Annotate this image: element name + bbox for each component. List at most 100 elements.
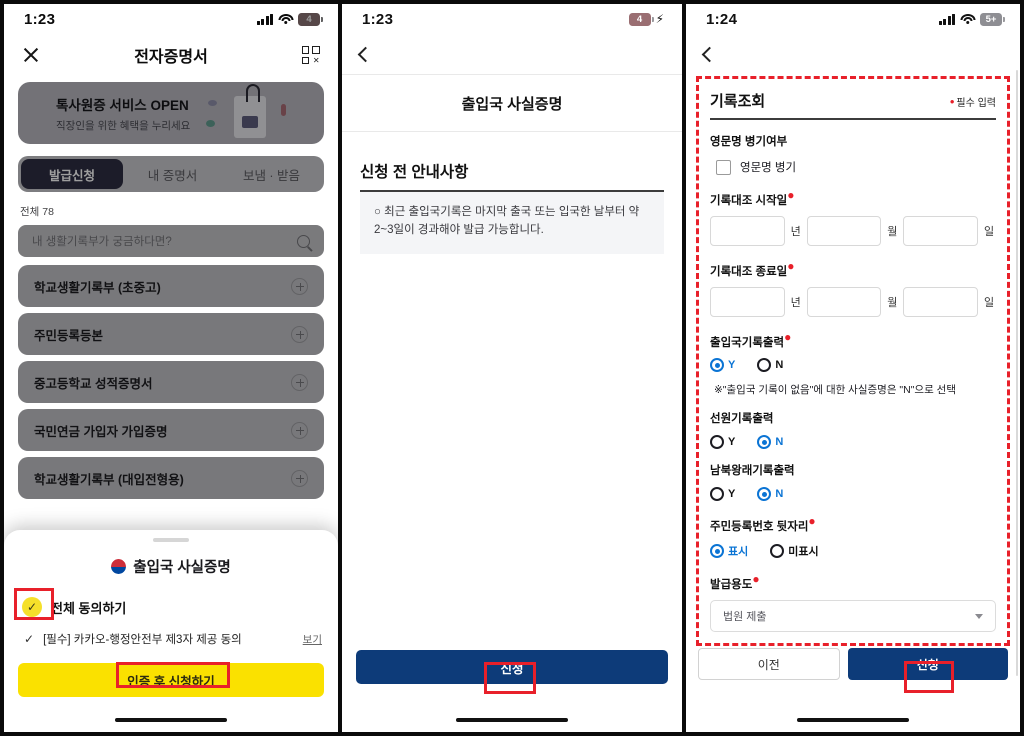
consent-item-row[interactable]: ✓ [필수] 카카오-행정안전부 제3자 제공 동의 보기 [24, 631, 322, 647]
promo-banner-illustration [206, 84, 286, 140]
status-indicators: 4 [256, 12, 323, 26]
tab-sent-received[interactable]: 보냄 · 받음 [222, 159, 321, 189]
radio-icon[interactable] [710, 487, 724, 502]
resident-number-label: 주민등록번호 뒷자리● [710, 514, 816, 534]
form-action-buttons: 이전 신청 [698, 648, 1008, 680]
tab-issue-request[interactable]: 발급신청 [21, 159, 123, 189]
tab-my-certificates[interactable]: 내 증명서 [123, 159, 222, 189]
end-date-day-input[interactable] [903, 286, 979, 317]
start-date-year-input[interactable] [710, 215, 785, 246]
promo-banner-subtitle: 직장인을 위한 혜택을 누리세요 [56, 119, 191, 132]
list-item[interactable]: 국민연금 가입자 가입증명 [18, 409, 324, 451]
consent-item-label: [필수] 카카오-행정안전부 제3자 제공 동의 [43, 634, 242, 646]
status-time: 1:24 [706, 10, 738, 28]
seafarer-radio-yes[interactable]: Y [710, 435, 736, 450]
three-panel-screenshot: 1:23 4 전자증명서 톡사원증 서비스 OPEN 직장인을 위한 혜택을 누… [0, 0, 1024, 736]
add-icon[interactable] [291, 469, 308, 487]
unit-day: 일 [983, 296, 995, 309]
chevron-down-icon[interactable] [975, 613, 983, 619]
purpose-select[interactable]: 법원 제출 [710, 600, 996, 633]
resident-number-radios: 표시 미표시 [710, 543, 996, 559]
add-icon[interactable] [291, 325, 308, 343]
inter-korean-radio-yes[interactable]: Y [710, 487, 736, 502]
add-icon[interactable] [291, 277, 308, 295]
start-date-day-input[interactable] [903, 215, 979, 246]
immigration-radio-no[interactable]: N [757, 358, 783, 373]
back-chevron-icon[interactable] [701, 46, 718, 62]
unit-day: 일 [983, 225, 995, 238]
english-name-checkbox[interactable] [716, 159, 731, 175]
scrollbar[interactable] [1015, 70, 1018, 676]
bolt-icon: ⚡ [655, 12, 664, 26]
apply-button[interactable]: 신청 [356, 650, 668, 684]
resident-number-radio-hide[interactable]: 미표시 [770, 543, 819, 559]
immigration-record-label: 출입국기록출력● [710, 329, 792, 349]
radio-selected-icon[interactable] [757, 435, 772, 450]
record-query-form: 기록조회 필수 입력 영문명 병기여부 영문명 병기 기록대조 시작일● 년 월… [696, 76, 1010, 647]
radio-icon[interactable] [710, 435, 724, 450]
immigration-radio-yes[interactable]: Y [710, 358, 735, 373]
add-icon[interactable] [291, 373, 308, 391]
start-date-month-input[interactable] [806, 215, 882, 246]
list-item[interactable]: 학교생활기록부 (초중고) [18, 265, 324, 307]
sheet-grabber[interactable] [153, 538, 189, 542]
home-indicator [797, 717, 909, 722]
korea-flag-icon [111, 559, 127, 574]
check-icon: ✓ [24, 632, 35, 646]
cellular-bars-icon [256, 13, 273, 25]
panel-certificate-list: 1:23 4 전자증명서 톡사원증 서비스 OPEN 직장인을 위한 혜택을 누… [0, 0, 340, 736]
status-time: 1:23 [362, 10, 394, 28]
apply-button[interactable]: 신청 [847, 648, 1008, 680]
purpose-label: 발급용도● [710, 572, 760, 592]
radio-icon[interactable] [770, 544, 785, 559]
authenticate-and-apply-button[interactable]: 인증 후 신청하기 [18, 663, 324, 697]
inter-korean-record-radios: Y N [710, 487, 996, 502]
page-title-bar: 출입국 사실증명 [342, 74, 682, 132]
list-item-label: 주민등록등본 [34, 328, 104, 343]
seafarer-radio-no[interactable]: N [757, 435, 784, 450]
home-indicator [115, 717, 227, 722]
end-date-row: 년 월 일 [710, 286, 996, 317]
agree-all-checkbox[interactable]: ✓ [22, 597, 42, 617]
previous-button[interactable]: 이전 [698, 648, 840, 680]
resident-number-show-label: 표시 [728, 546, 749, 559]
sheet-title: 출입국 사실증명 [4, 556, 338, 577]
qr-code-icon[interactable] [301, 46, 320, 64]
seafarer-radio-yes-label: Y [728, 436, 736, 449]
search-icon[interactable] [297, 234, 310, 248]
radio-icon[interactable] [757, 358, 772, 373]
consent-view-link[interactable]: 보기 [303, 632, 322, 647]
required-star: ● [752, 572, 760, 587]
seafarer-record-label: 선원기록출력 [710, 413, 774, 426]
english-name-checkbox-row[interactable]: 영문명 병기 [716, 159, 996, 175]
authenticate-and-apply-label: 인증 후 신청하기 [127, 674, 215, 689]
end-date-year-input[interactable] [710, 286, 785, 317]
list-item[interactable]: 학교생활기록부 (대입전형용) [18, 457, 324, 499]
seafarer-record-radios: Y N [710, 435, 996, 450]
close-icon[interactable] [22, 46, 40, 64]
tab-bar: 발급신청 내 증명서 보냄 · 받음 [18, 156, 324, 192]
inter-korean-radio-yes-label: Y [728, 488, 736, 501]
list-item-label: 국민연금 가입자 가입증명 [34, 424, 168, 439]
back-chevron-icon[interactable] [357, 46, 374, 62]
agree-all-row[interactable]: ✓ 전체 동의하기 [22, 597, 338, 617]
promo-banner[interactable]: 톡사원증 서비스 OPEN 직장인을 위한 혜택을 누리세요 [18, 82, 324, 144]
radio-selected-icon[interactable] [757, 487, 772, 502]
radio-selected-icon[interactable] [710, 544, 724, 559]
total-count-label: 전체 78 [20, 206, 54, 218]
radio-selected-icon[interactable] [710, 358, 724, 373]
end-date-month-input[interactable] [806, 286, 882, 317]
seafarer-radio-no-label: N [775, 436, 784, 449]
list-item[interactable]: 중고등학교 성적증명서 [18, 361, 324, 403]
required-star: ● [784, 329, 792, 344]
english-name-label: 영문명 병기여부 [710, 136, 788, 148]
status-bar: 1:23 4 [4, 4, 338, 34]
page-title: 전자증명서 [134, 49, 208, 66]
search-input[interactable]: 내 생활기록부가 궁금하다면? [18, 225, 324, 257]
add-icon[interactable] [291, 421, 308, 439]
inter-korean-radio-no[interactable]: N [757, 487, 783, 502]
required-note: 필수 입력 [950, 94, 996, 109]
resident-number-radio-show[interactable]: 표시 [710, 543, 748, 559]
list-item[interactable]: 주민등록등본 [18, 313, 324, 355]
section-heading: 신청 전 안내사항 [360, 164, 469, 181]
